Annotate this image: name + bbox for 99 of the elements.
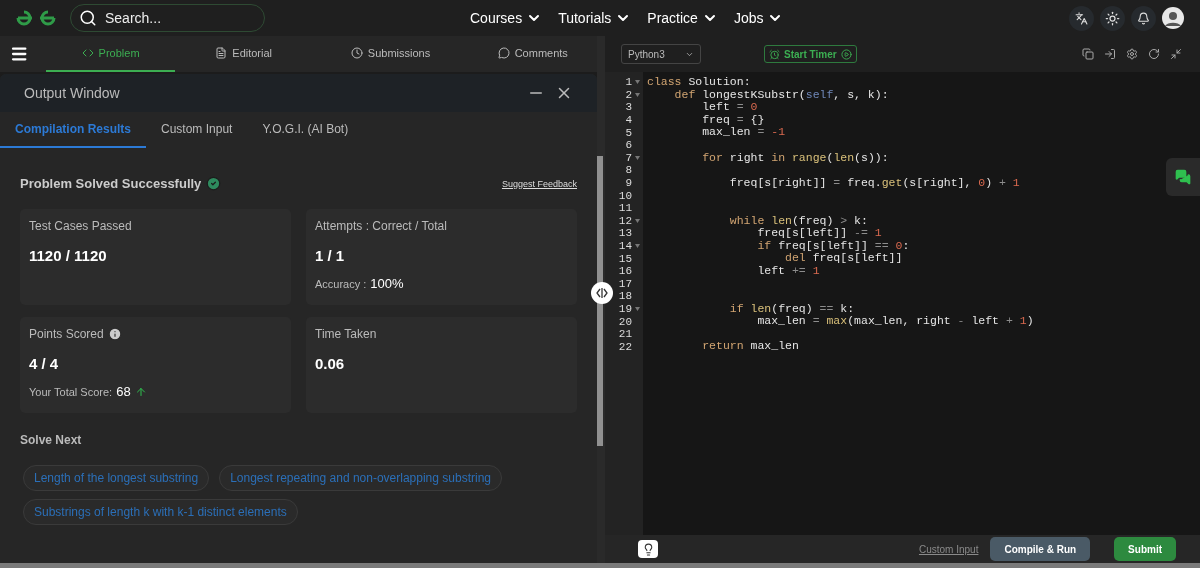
document-icon [215,47,228,59]
logo-icon[interactable] [16,10,56,26]
fullscreen-icon[interactable] [1170,48,1182,60]
speech-bubble-icon [497,47,510,59]
line-number: 9 [625,177,632,190]
search-icon [79,9,97,27]
window-title: Output Window [24,85,120,101]
section-heading: Solve Next [20,433,83,447]
custom-input-link[interactable]: Custom Input [918,543,979,555]
code-line: left = 0 [701,101,759,114]
submit-button[interactable]: Submit [1114,537,1176,561]
line-number: 4 [625,114,632,127]
line-number: 14 [618,240,632,252]
line-number: 3 [625,101,632,114]
stat-label: Test Cases Passed [29,219,133,233]
stat-value: 1 / 1 [315,247,346,264]
line-number: 21 [618,328,632,341]
nav-menu-item[interactable]: Practice [647,10,718,26]
alarm-clock-icon [769,48,780,60]
line-number: 5 [625,126,632,139]
stat-sub-value: 68 [116,384,131,399]
stat-value: 1120 / 1120 [29,247,108,264]
info-icon[interactable] [107,327,122,341]
stat-value: 0.06 [315,355,346,372]
line-number: 13 [618,227,632,240]
code-line: max_len = -1 [701,126,787,139]
play-icon [840,48,852,60]
code-line: left += 1 [756,264,821,278]
line-number: 11 [618,202,632,215]
output-tab[interactable]: Custom Input [146,112,248,148]
nav-menu-item[interactable]: Courses [470,10,543,26]
stat-label: Points Scored [29,327,282,341]
lightbulb-icon[interactable] [638,540,658,558]
code-icon [81,47,94,59]
menu-icon[interactable] [10,44,29,64]
language-dropdown[interactable]: Python3 [621,44,701,64]
fold-caret-icon[interactable] [635,80,640,85]
code-line: freq[s[left]] -= 1 [756,227,883,240]
start-timer-button[interactable]: Start Timer [764,45,857,63]
fold-caret-icon[interactable] [635,307,640,311]
line-number: 6 [625,139,632,152]
code-line: for right in range(len(s)): [701,151,890,165]
stat-value: 4 / 4 [29,355,60,372]
line-number: 19 [618,303,632,315]
code-line: del freq[s[left]] [784,252,904,265]
code-line: if freq[s[left]] == 0: [756,239,911,253]
reset-icon[interactable] [1148,48,1160,60]
fold-caret-icon[interactable] [635,92,640,97]
settings-icon[interactable] [1126,48,1138,60]
translate-icon[interactable] [1069,5,1094,31]
line-number: 17 [618,277,632,290]
copy-icon[interactable] [1082,48,1094,60]
check-circle-icon [206,176,222,191]
output-tab[interactable]: Y.O.G.I. (AI Bot) [247,112,364,148]
fold-caret-icon[interactable] [635,155,640,160]
line-number: 1 [625,76,632,89]
fold-caret-icon[interactable] [635,218,640,223]
problem-tab[interactable]: Editorial [174,36,313,72]
code-line: class Solution: [646,76,752,89]
import-icon[interactable] [1104,48,1116,60]
problem-tab[interactable]: Comments [468,36,597,72]
stat-sub-value: 100% [370,276,404,291]
nav-menu-item[interactable]: Jobs [733,10,784,26]
fold-caret-icon[interactable] [635,244,640,248]
sun-icon[interactable] [1100,5,1125,31]
line-number: 8 [625,164,632,177]
code-line: return max_len [701,340,800,354]
avatar-icon[interactable] [1162,7,1184,29]
code-line: freq = {} [701,113,766,127]
line-number: 12 [618,214,632,227]
stat-label: Attempts : Correct / Total [315,219,448,233]
line-number: 10 [618,189,632,202]
bell-icon[interactable] [1131,5,1156,31]
line-number: 2 [625,88,632,101]
scrollbar-thumb[interactable] [597,156,603,446]
problem-tab[interactable]: Submissions [312,36,469,72]
line-number: 15 [618,252,632,265]
code-line: while len(freq) > k: [728,214,869,228]
status-heading: Problem Solved Successfully [20,176,222,191]
line-number: 16 [618,265,632,278]
feedback-link[interactable]: Suggest Feedback [501,178,577,189]
clock-icon [350,47,363,59]
problem-tab[interactable]: Problem [46,36,175,72]
code-line: max_len = max(max_len, right - left + 1) [756,315,1035,328]
line-number: 22 [618,340,632,353]
stat-sub-label: Your Total Score: [29,385,113,398]
run-button[interactable]: Compile & Run [990,537,1091,561]
code-line: if len(freq) == k: [728,302,856,316]
line-number: 7 [625,151,632,164]
line-number: 20 [618,315,632,328]
search-input[interactable]: Search... [103,9,253,27]
output-tab[interactable]: Compilation Results [0,112,146,148]
stat-label: Time Taken [315,327,378,341]
line-number: 18 [618,290,632,303]
code-line: def longestKSubstr(self, s, k): [673,88,890,102]
nav-menu-item[interactable]: Tutorials [558,10,632,26]
stat-sub-label: Accuracy : [315,277,367,290]
code-line: freq[s[right]] = freq.get(s[right], 0) + 1 [728,176,1021,190]
chat-icon[interactable] [1166,158,1200,196]
